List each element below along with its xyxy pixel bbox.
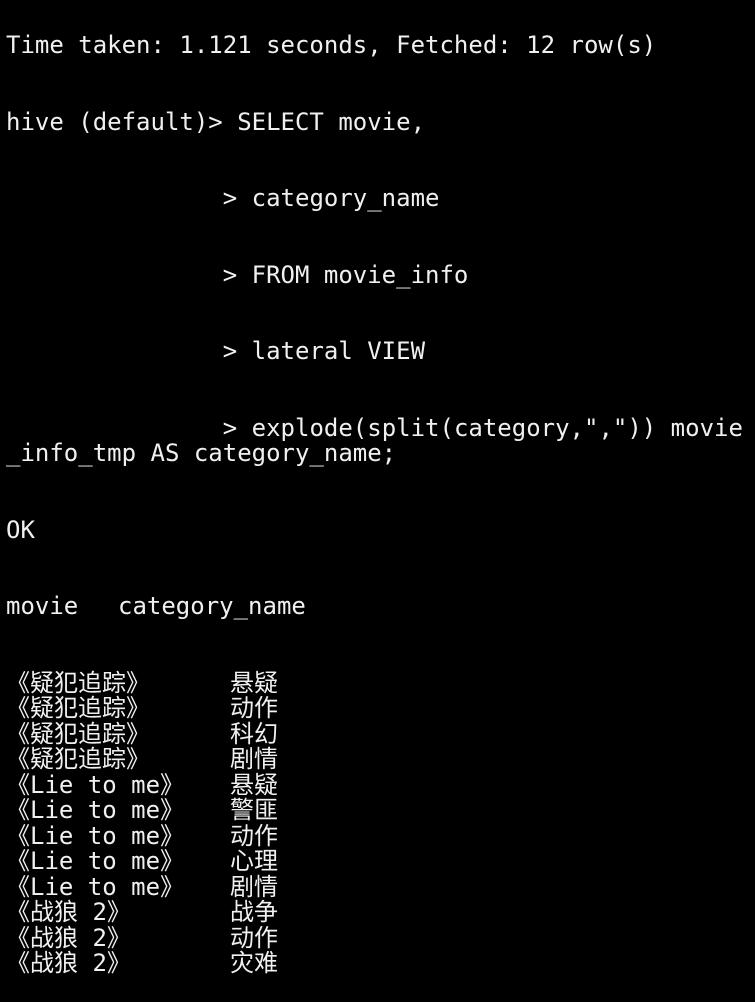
movie-cell: 《疑犯追踪》 [6,719,150,748]
category-cell: 战争 [230,898,278,926]
movie-cell: 《疑犯追踪》 [6,694,150,722]
movie-cell: 《战狼 2》 [6,949,131,977]
result-row: 《疑犯追踪》 剧情 [6,745,755,773]
movie-cell: 《战狼 2》 [6,923,131,952]
category-cell: 动作 [230,821,278,850]
status-line: Time taken: 1.121 seconds, Fetched: 12 r… [6,31,657,59]
header-category-name: category_name [118,592,306,620]
result-row: 《疑犯追踪》 动作 [6,694,755,722]
result-row: 《战狼 2》 灾难 [6,949,755,977]
result-row: 《Lie to me》 动作 [6,821,755,850]
movie-cell: 《Lie to me》 [6,796,185,824]
query-line: > category_name [6,184,755,212]
query-line: > FROM movie_info [6,260,755,289]
movie-cell: 《Lie to me》 [6,770,185,799]
query-text: SELECT movie, [237,107,426,136]
result-row: 《Lie to me》 悬疑 [6,770,755,799]
ok-line: OK [6,515,35,544]
result-row: 《Lie to me》 心理 [6,847,755,875]
movie-cell: 《战狼 2》 [6,898,131,926]
movie-cell: 《疑犯追踪》 [6,745,150,773]
query-text: category_name [251,184,440,212]
query-line: hive (default)> SELECT movie, [6,107,755,136]
result-row: 《Lie to me》 警匪 [6,796,755,824]
result-row: 《战狼 2》 动作 [6,923,755,952]
query-line: > lateral VIEW [6,337,755,365]
prompt: > [6,337,252,365]
result-row: 《Lie to me》 剧情 [6,872,755,901]
prompt: > [6,413,252,442]
result-row: 《疑犯追踪》 悬疑 [6,668,755,697]
terminal-output[interactable]: Time taken: 1.121 seconds, Fetched: 12 r… [6,0,755,1002]
category-cell: 动作 [230,694,278,722]
query-line: > explode(split(category,",")) movie_inf… [6,413,755,467]
prompt: hive (default)> [6,107,238,136]
movie-cell: 《Lie to me》 [6,847,185,875]
query-text: FROM movie_info [251,260,469,289]
category-cell: 动作 [230,923,278,952]
prompt: > [6,260,252,289]
query-text: lateral VIEW [251,337,426,365]
movie-cell: 《疑犯追踪》 [6,668,150,697]
category-cell: 心理 [230,847,278,875]
result-header: movie category_name [6,592,755,620]
prompt: > [6,184,252,212]
category-cell: 灾难 [230,949,278,977]
category-cell: 剧情 [230,872,278,901]
category-cell: 剧情 [230,745,278,773]
movie-cell: 《Lie to me》 [6,872,185,901]
category-cell: 科幻 [230,719,278,748]
category-cell: 悬疑 [230,668,278,697]
movie-cell: 《Lie to me》 [6,821,185,850]
category-cell: 悬疑 [230,770,278,799]
result-row: 《疑犯追踪》 科幻 [6,719,755,748]
header-movie: movie [6,592,79,620]
result-row: 《战狼 2》 战争 [6,898,755,926]
category-cell: 警匪 [230,796,278,824]
